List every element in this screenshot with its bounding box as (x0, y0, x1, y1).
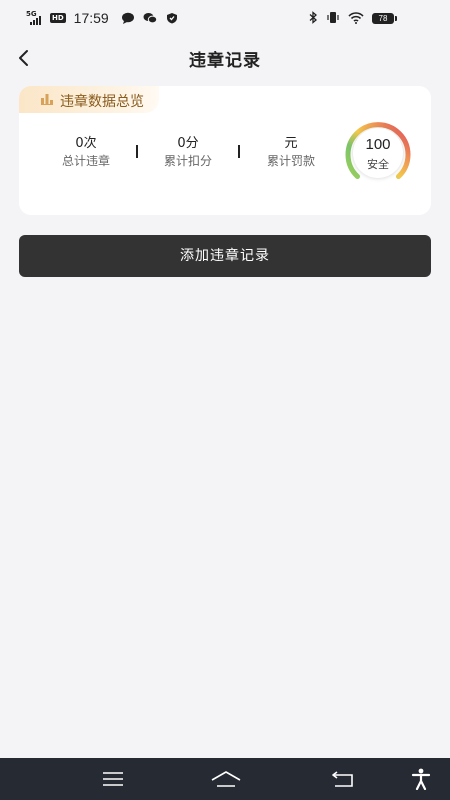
vibrate-icon (327, 12, 339, 23)
stat-value: 0次 (75, 136, 97, 151)
stat-label: 累计扣分 (163, 154, 212, 168)
page-title: 违章记录 (189, 51, 261, 71)
violation-summary-card: 违章数据总览 0次 总计违章 0分 累计扣分 元 累计罚款 100 安全 (19, 86, 431, 215)
add-violation-button[interactable]: 添加违章记录 (19, 235, 431, 277)
accessibility-icon[interactable] (411, 768, 431, 790)
safety-score-gauge: 100 安全 (341, 121, 415, 185)
stat-total-fines: 元 累计罚款 (246, 136, 336, 169)
safety-label: 安全 (367, 158, 389, 171)
bar-chart-icon (41, 94, 53, 105)
safety-score: 100 (365, 136, 391, 153)
home-icon[interactable] (210, 770, 242, 788)
signal-icon (30, 16, 41, 25)
chat-bubble-icon (121, 12, 134, 24)
summary-tag-label: 违章数据总览 (60, 94, 144, 110)
menu-icon[interactable] (102, 771, 124, 787)
hd-badge: HD (50, 13, 66, 23)
battery-icon: 78 (372, 13, 397, 24)
shield-icon (166, 13, 177, 24)
stat-label: 累计罚款 (266, 154, 315, 168)
nav-bar: 违章记录 (0, 40, 450, 76)
stat-label: 总计违章 (61, 154, 110, 168)
bluetooth-icon (309, 11, 317, 24)
battery-level: 78 (372, 13, 397, 24)
stat-total-violations: 0次 总计违章 (41, 136, 131, 169)
stat-total-points: 0分 累计扣分 (143, 136, 233, 169)
status-right (308, 11, 364, 24)
summary-tag: 违章数据总览 (19, 86, 159, 113)
status-bar: 5G HD 17:59 78 (0, 0, 450, 40)
status-left: 5G HD 17:59 (26, 10, 183, 26)
stat-divider (136, 145, 138, 158)
system-nav-bar (0, 758, 450, 800)
status-time: 17:59 (73, 10, 109, 26)
wifi-icon (348, 11, 364, 24)
stat-value: 0分 (177, 136, 199, 151)
stat-value: 元 (284, 136, 298, 151)
network-indicator: 5G (26, 11, 46, 25)
back-icon[interactable] (332, 770, 354, 788)
wechat-icon (143, 13, 157, 24)
stat-divider (238, 145, 240, 158)
